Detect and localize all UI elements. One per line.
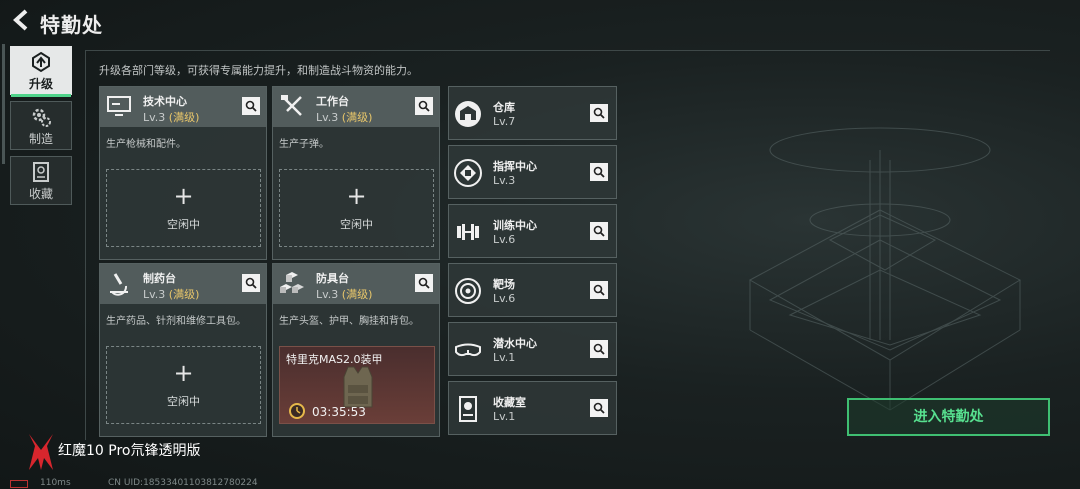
department-level: Lv.1 xyxy=(493,410,516,423)
department-name: 收藏室 xyxy=(493,396,526,409)
department-description: 生产头盔、护甲、胸挂和背包。 xyxy=(279,316,419,327)
divider-vertical xyxy=(85,50,86,440)
department-item-collection-room[interactable]: 收藏室 Lv.1 xyxy=(448,381,617,435)
department-level: Lv.3 xyxy=(493,174,516,187)
department-item-range[interactable]: 靶场 Lv.6 xyxy=(448,263,617,317)
search-icon[interactable] xyxy=(590,222,608,240)
search-icon[interactable] xyxy=(415,274,433,292)
slot-status: 空闲中 xyxy=(167,218,200,231)
search-icon[interactable] xyxy=(590,163,608,181)
top-bar: 特勤处 xyxy=(0,0,1080,44)
search-icon[interactable] xyxy=(242,274,260,292)
page-title: 特勤处 xyxy=(40,13,103,37)
department-name: 靶场 xyxy=(493,278,515,291)
department-item-diving[interactable]: 潜水中心 Lv.1 xyxy=(448,322,617,376)
sidebar-item-label: 收藏 xyxy=(28,187,53,201)
production-timer: 03:35:53 xyxy=(312,405,366,419)
production-slot-empty[interactable]: + 空闲中 xyxy=(106,346,261,424)
chip-icon xyxy=(454,159,482,187)
card-header: 防具台 Lv.3 (满级) xyxy=(273,264,439,304)
search-icon[interactable] xyxy=(242,97,260,115)
tools-icon xyxy=(281,95,302,116)
department-description: 生产枪械和配件。 xyxy=(106,139,186,150)
sidebar-item-label: 升级 xyxy=(28,77,53,91)
search-icon[interactable] xyxy=(590,340,608,358)
department-level: Lv.6 xyxy=(493,292,516,305)
department-name: 指挥中心 xyxy=(493,160,537,173)
search-icon[interactable] xyxy=(415,97,433,115)
department-card-armor[interactable]: 防具台 Lv.3 (满级) 生产头盔、护甲、胸挂和背包。 特里克MAS2.0装甲… xyxy=(272,263,440,437)
department-name: 训练中心 xyxy=(493,219,537,232)
department-card-tech[interactable]: 技术中心 Lv.3 (满级) 生产枪械和配件。 + 空闲中 xyxy=(99,86,267,260)
add-icon: + xyxy=(173,182,194,210)
user-uid: CN UID:18533401103812780224 xyxy=(108,478,258,488)
back-arrow-icon[interactable] xyxy=(10,8,32,32)
department-name: 工作台 xyxy=(316,95,349,108)
collection-icon xyxy=(33,162,49,182)
department-card-pharmacy[interactable]: 制药台 Lv.3 (满级) 生产药品、针剂和维修工具包。 + 空闲中 xyxy=(99,263,267,437)
sidebar-item-upgrade[interactable]: 升级 xyxy=(10,46,72,97)
department-level: Lv.3 (满级) xyxy=(316,111,373,124)
department-name: 潜水中心 xyxy=(493,337,537,350)
active-indicator xyxy=(11,94,71,97)
department-item-command[interactable]: 指挥中心 Lv.3 xyxy=(448,145,617,199)
target-icon xyxy=(455,278,481,304)
department-name: 制药台 xyxy=(143,272,176,285)
department-level: Lv.1 xyxy=(493,351,516,364)
production-slot-empty[interactable]: + 空闲中 xyxy=(279,169,434,247)
red-magic-logo-icon xyxy=(29,434,53,470)
department-level: Lv.3 (满级) xyxy=(143,111,200,124)
department-level: Lv.7 xyxy=(493,115,516,128)
sidebar-item-label: 制造 xyxy=(28,132,53,146)
sidebar-item-collection[interactable]: 收藏 xyxy=(10,156,72,205)
upgrade-icon xyxy=(32,51,50,73)
department-item-training[interactable]: 训练中心 Lv.6 xyxy=(448,204,617,258)
base-structure-background xyxy=(748,127,1022,411)
production-slot-empty[interactable]: + 空闲中 xyxy=(106,169,261,247)
card-header: 工作台 Lv.3 (满级) xyxy=(273,87,439,127)
warehouse-icon xyxy=(455,101,481,127)
add-icon: + xyxy=(346,182,367,210)
divider-horizontal xyxy=(85,50,1050,51)
department-item-warehouse[interactable]: 仓库 Lv.7 xyxy=(448,86,617,140)
goggles-icon xyxy=(455,343,481,357)
slot-status: 空闲中 xyxy=(340,218,373,231)
department-name: 仓库 xyxy=(493,101,515,114)
showcase-icon xyxy=(459,396,477,422)
department-card-workbench[interactable]: 工作台 Lv.3 (满级) 生产子弹。 + 空闲中 xyxy=(272,86,440,260)
search-icon[interactable] xyxy=(590,104,608,122)
department-level: Lv.3 (满级) xyxy=(316,288,373,301)
department-level: Lv.6 xyxy=(493,233,516,246)
battery-icon xyxy=(10,480,28,488)
sidebar-scroll-indicator xyxy=(2,44,5,164)
upgrade-description: 升级各部门等级，可获得专属能力提升，和制造战斗物资的能力。 xyxy=(99,64,418,77)
search-icon[interactable] xyxy=(590,399,608,417)
device-watermark: 红魔10 Pro氘锋透明版 xyxy=(58,443,201,459)
microscope-icon xyxy=(110,273,128,296)
dumbbell-icon xyxy=(457,224,479,240)
card-header: 制药台 Lv.3 (满级) xyxy=(100,264,266,304)
department-description: 生产子弹。 xyxy=(279,139,329,150)
card-header: 技术中心 Lv.3 (满级) xyxy=(100,87,266,127)
gears-icon xyxy=(32,108,51,127)
sidebar-item-craft[interactable]: 制造 xyxy=(10,101,72,150)
cubes-icon xyxy=(280,272,304,293)
enter-base-button[interactable]: 进入特勤处 xyxy=(847,398,1050,436)
monitor-icon xyxy=(107,96,131,116)
department-description: 生产药品、针剂和维修工具包。 xyxy=(106,316,246,327)
slot-status: 空闲中 xyxy=(167,395,200,408)
add-icon: + xyxy=(173,359,194,387)
department-name: 技术中心 xyxy=(143,95,187,108)
ping-indicator: 110ms xyxy=(40,478,71,488)
timer-icon xyxy=(289,403,305,419)
production-slot-active[interactable]: 特里克MAS2.0装甲 03:35:53 xyxy=(279,346,435,424)
department-name: 防具台 xyxy=(316,272,349,285)
department-level: Lv.3 (满级) xyxy=(143,288,200,301)
search-icon[interactable] xyxy=(590,281,608,299)
